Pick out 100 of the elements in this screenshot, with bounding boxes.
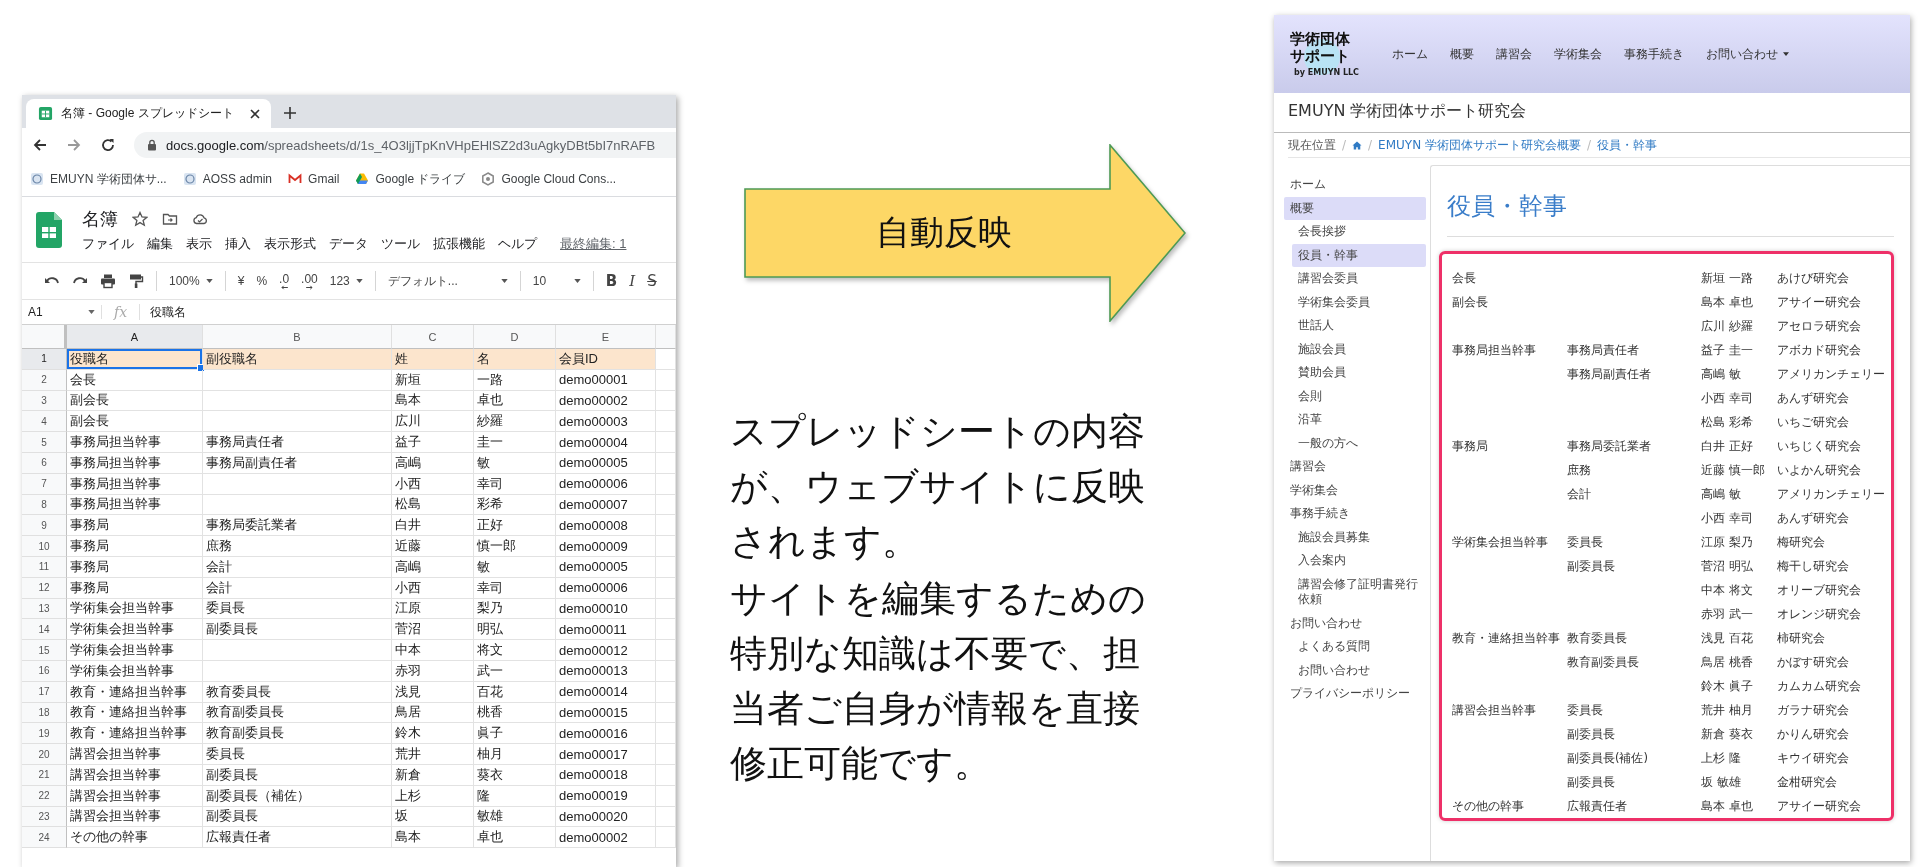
menu-item[interactable]: ツール <box>381 234 420 253</box>
sidebar-item[interactable]: 賛助会員 <box>1292 361 1426 385</box>
sidebar-item[interactable]: 施設会員募集 <box>1292 525 1426 549</box>
menu-item[interactable]: 表示 <box>186 234 212 253</box>
menu-item[interactable]: 表示形式 <box>264 234 316 253</box>
bookmark[interactable]: Google Cloud Cons... <box>481 172 617 186</box>
site-logo[interactable]: 学術団体 サポート by EMUYN LLC <box>1290 31 1360 77</box>
row-header[interactable]: 10 <box>22 536 67 557</box>
sidebar-item[interactable]: お問い合わせ <box>1292 658 1426 682</box>
nav-link[interactable]: ホーム <box>1392 45 1428 63</box>
row-header[interactable]: 16 <box>22 660 67 682</box>
row-header[interactable]: 2 <box>22 369 67 391</box>
nav-link[interactable]: 講習会 <box>1496 45 1532 63</box>
column-header[interactable]: E <box>556 325 656 349</box>
row-header[interactable]: 6 <box>22 453 67 474</box>
format-button[interactable]: % <box>256 275 268 287</box>
menu-item[interactable]: 編集 <box>147 234 173 253</box>
row-header[interactable]: 15 <box>22 640 67 661</box>
row-header[interactable]: 17 <box>22 681 67 703</box>
menu-item[interactable]: 拡張機能 <box>433 234 485 253</box>
url-field[interactable]: docs.google.com/spreadsheets/d/1s_4O3ljjTpKnVHpEHlSZ2d3uAgkyDBt5bI7nRAFB <box>134 132 676 158</box>
sidebar-item[interactable]: 役員・幹事 <box>1292 243 1426 267</box>
format-button[interactable]: ¥ <box>237 275 245 287</box>
sidebar-item[interactable]: 沿革 <box>1292 408 1426 432</box>
sidebar-item[interactable]: 学術集会委員 <box>1292 290 1426 314</box>
row-header[interactable]: 3 <box>22 390 67 412</box>
breadcrumb-link[interactable]: 役員・幹事 <box>1597 136 1657 154</box>
corner-cell[interactable] <box>22 325 67 349</box>
row-header[interactable]: 14 <box>22 619 67 641</box>
row-header[interactable]: 5 <box>22 432 67 453</box>
document-title[interactable]: 名簿 <box>82 206 118 231</box>
sidebar-item[interactable]: よくある質問 <box>1292 635 1426 659</box>
sidebar-item[interactable]: 概要 <box>1284 196 1426 220</box>
sidebar-item[interactable]: 一般の方へ <box>1292 431 1426 455</box>
forward-arrow-icon[interactable] <box>66 137 82 153</box>
sidebar-item[interactable]: プライバシーポリシー <box>1284 682 1426 706</box>
print-icon[interactable] <box>100 273 116 289</box>
italic-button[interactable]: I <box>629 272 636 290</box>
row-header[interactable]: 13 <box>22 598 67 620</box>
nav-link[interactable]: 学術集会 <box>1554 45 1602 63</box>
nav-link[interactable]: お問い合わせ <box>1706 45 1789 63</box>
sidebar-item[interactable]: 会則 <box>1292 384 1426 408</box>
bookmark[interactable]: Gmail <box>288 172 340 186</box>
row-header[interactable]: 8 <box>22 494 67 516</box>
sidebar-item[interactable]: 世話人 <box>1292 314 1426 338</box>
star-icon[interactable] <box>132 210 148 227</box>
row-header[interactable]: 1 <box>22 349 67 370</box>
row-header[interactable]: 12 <box>22 577 67 599</box>
row-header[interactable]: 23 <box>22 806 67 828</box>
browser-tab[interactable]: 名簿 - Google スプレッドシート <box>26 99 271 128</box>
column-header[interactable]: D <box>474 325 556 349</box>
close-icon[interactable] <box>249 107 261 120</box>
row-header[interactable]: 21 <box>22 764 67 786</box>
paint-roller-icon[interactable] <box>128 273 144 289</box>
sidebar-item[interactable]: 入会案内 <box>1292 549 1426 573</box>
row-header[interactable]: 22 <box>22 785 67 807</box>
nav-link[interactable]: 事務手続き <box>1624 45 1684 63</box>
bookmark[interactable]: EMUYN 学術団体サ... <box>30 170 167 188</box>
row-header[interactable]: 9 <box>22 515 67 537</box>
sidebar-item[interactable]: 事務手続き <box>1284 502 1426 526</box>
back-arrow-icon[interactable] <box>32 137 48 153</box>
number-format-dropdown[interactable]: 123 <box>329 274 363 288</box>
bookmark[interactable]: Google ドライブ <box>355 170 466 188</box>
sidebar-item[interactable]: お問い合わせ <box>1284 611 1426 635</box>
sidebar-item[interactable]: ホーム <box>1284 173 1426 197</box>
menu-item[interactable]: データ <box>329 234 368 253</box>
row-header[interactable]: 24 <box>22 827 67 849</box>
menu-item[interactable]: ヘルプ <box>498 234 537 253</box>
row-header[interactable]: 18 <box>22 702 67 724</box>
column-header[interactable]: A <box>67 325 203 349</box>
row-header[interactable]: 7 <box>22 473 67 495</box>
menu-item[interactable]: ファイル <box>82 234 134 253</box>
font-dropdown[interactable]: デフォルト... <box>387 272 508 290</box>
zoom-dropdown[interactable]: 100% <box>169 274 213 288</box>
row-header[interactable]: 19 <box>22 723 67 745</box>
sidebar-item[interactable]: 学術集会 <box>1284 478 1426 502</box>
bold-button[interactable]: B <box>605 272 618 290</box>
sidebar-item[interactable]: 施設会員 <box>1292 337 1426 361</box>
row-header[interactable]: 11 <box>22 556 67 578</box>
bookmark[interactable]: AOSS admin <box>182 172 273 186</box>
sidebar-item[interactable]: 講習会修了証明書発行依頼 <box>1292 572 1426 612</box>
menu-item[interactable]: 挿入 <box>225 234 251 253</box>
format-button[interactable]: .00 <box>301 272 318 290</box>
reload-icon[interactable] <box>100 137 116 153</box>
nav-link[interactable]: 概要 <box>1450 45 1474 63</box>
name-box[interactable]: A1 <box>22 305 102 319</box>
column-header[interactable]: C <box>392 325 474 349</box>
strikethrough-button[interactable]: S <box>647 272 657 290</box>
breadcrumb-link[interactable]: EMUYN 学術団体サポート研究会概要 <box>1378 136 1581 154</box>
formula-field[interactable]: 役職名 <box>140 303 187 321</box>
sheets-logo-icon[interactable] <box>36 211 62 248</box>
row-header[interactable]: 20 <box>22 744 67 765</box>
column-header[interactable]: B <box>203 325 392 349</box>
sidebar-item[interactable]: 講習会 <box>1284 455 1426 479</box>
plus-icon[interactable] <box>283 106 297 120</box>
sidebar-item[interactable]: 講習会委員 <box>1292 267 1426 291</box>
font-size-dropdown[interactable]: 10 <box>532 274 581 288</box>
last-edit-link[interactable]: 最終編集: 1 <box>560 234 627 253</box>
row-header[interactable]: 4 <box>22 411 67 433</box>
format-button[interactable]: .0 <box>279 272 290 290</box>
